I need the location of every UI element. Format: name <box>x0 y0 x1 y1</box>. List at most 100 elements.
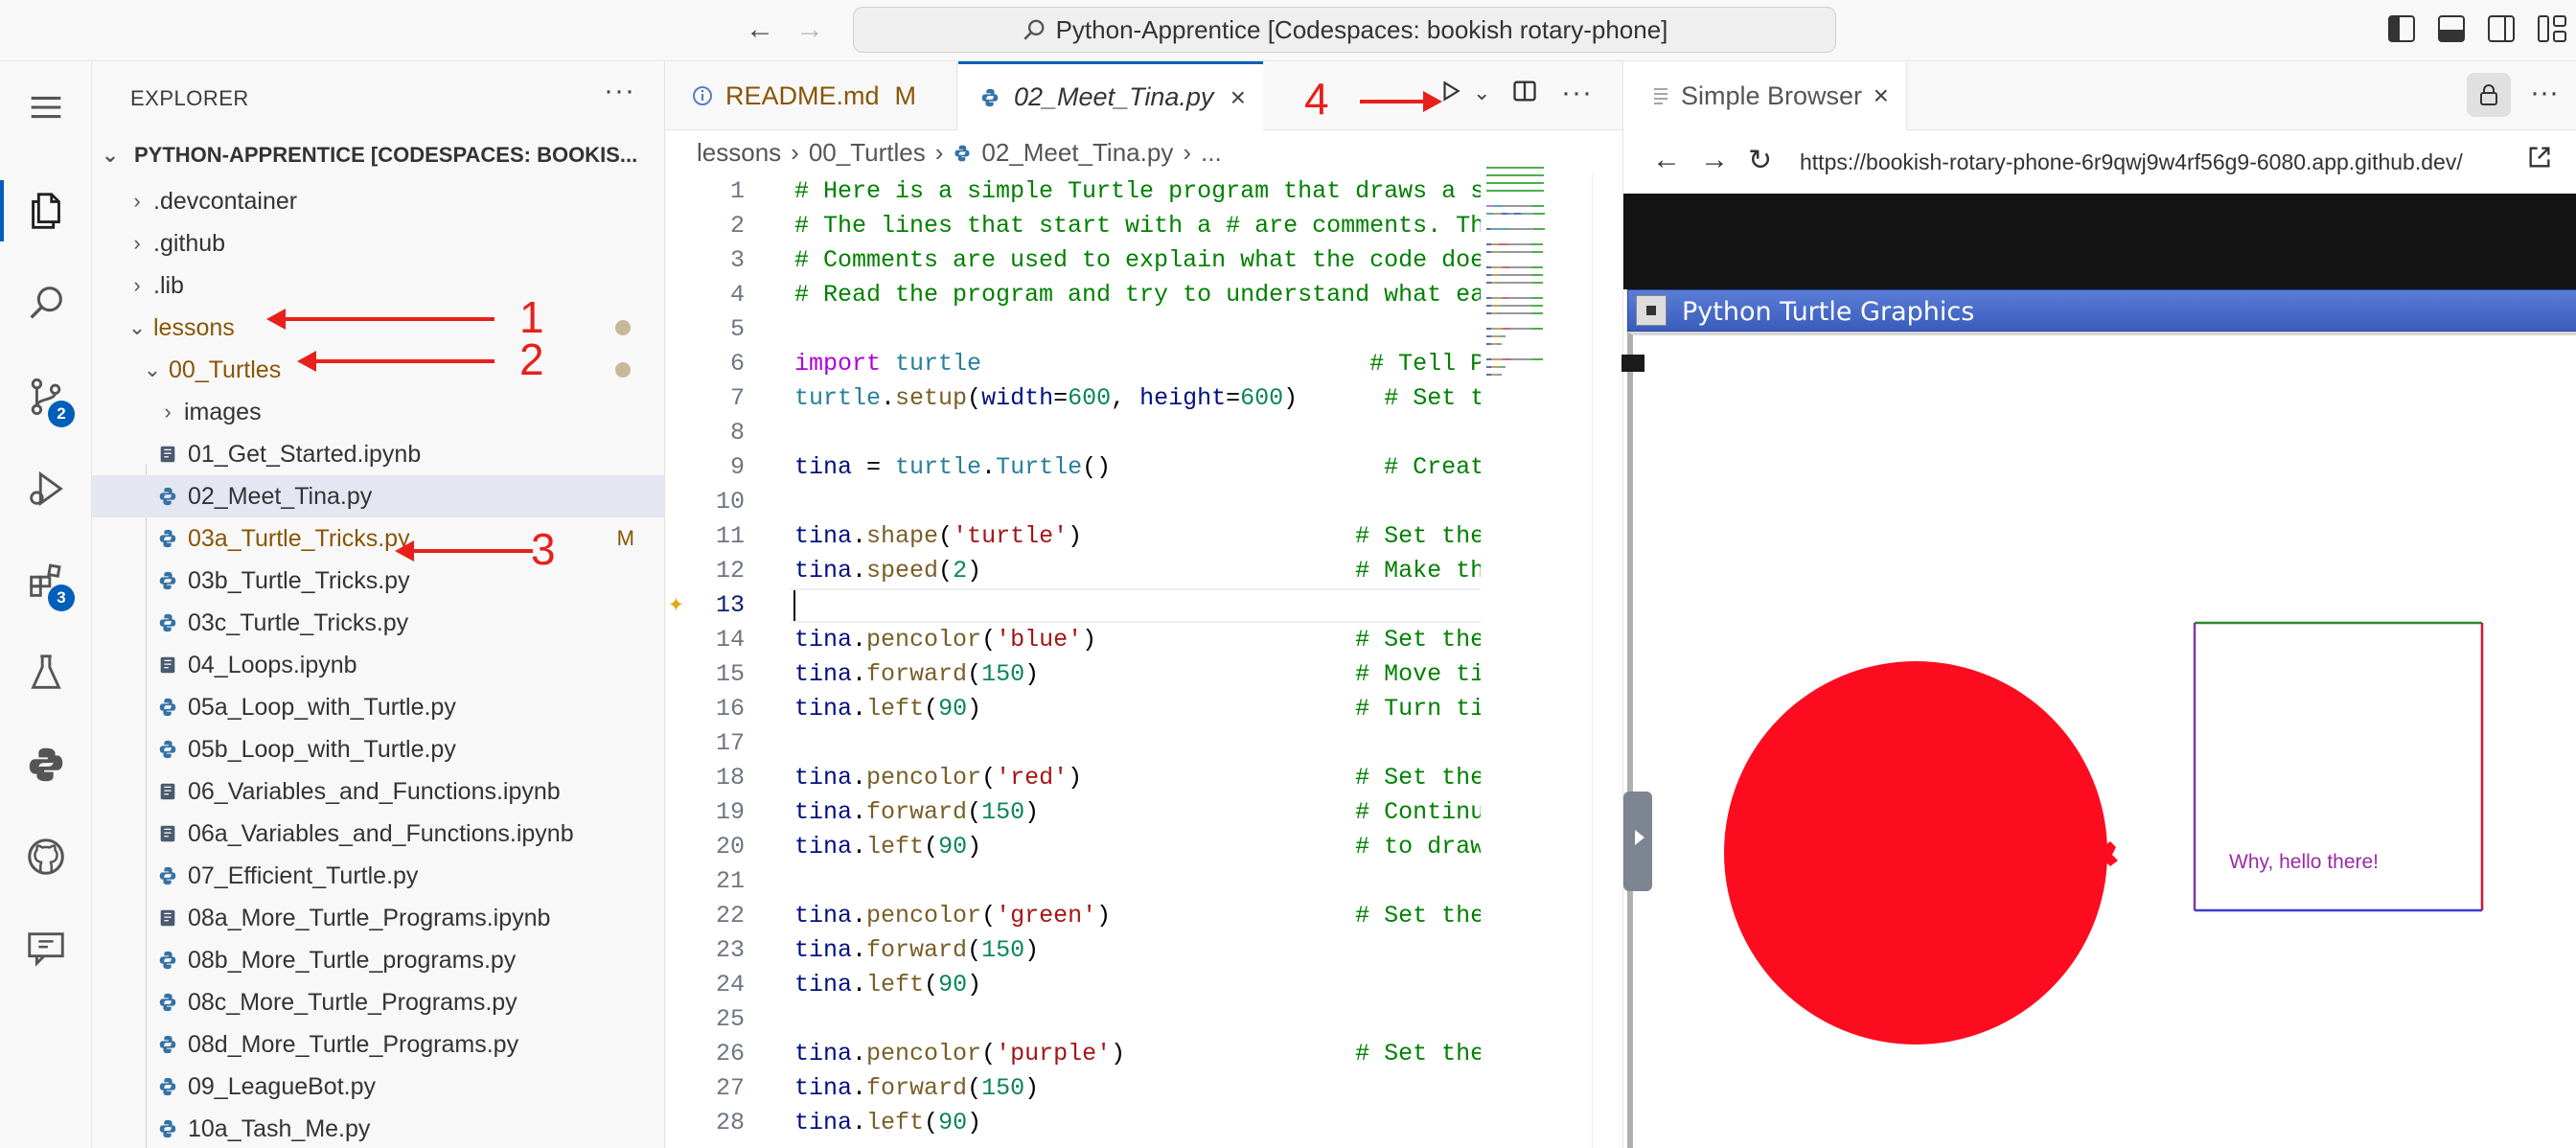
file-item[interactable]: 02_Meet_Tina.py <box>92 475 664 517</box>
code-line[interactable]: 12 tina.speed(2) # Make the <box>666 554 1481 588</box>
more-actions-icon[interactable]: ··· <box>1561 77 1593 109</box>
file-item[interactable]: 04_Loops.ipynb <box>92 644 664 686</box>
code-line[interactable]: 4 # Read the program and try to understan… <box>666 278 1481 312</box>
copilot-sparkle-icon[interactable]: ✦ <box>668 588 684 623</box>
code-line[interactable]: 21 <box>666 864 1481 899</box>
code-line[interactable]: 2 # The lines that start with a # are com… <box>666 209 1481 243</box>
file-item[interactable]: 05a_Loop_with_Turtle.py <box>92 686 664 728</box>
remote-explorer-icon[interactable] <box>0 910 92 987</box>
code-line[interactable]: 1 # Here is a simple Turtle program that … <box>666 174 1481 209</box>
close-icon[interactable]: × <box>1230 82 1246 113</box>
workspace-root[interactable]: ⌄ PYTHON-APPRENTICE [CODESPACES: BOOKIS.… <box>100 136 637 174</box>
file-item[interactable]: 05b_Loop_with_Turtle.py <box>92 728 664 770</box>
tab-readme[interactable]: README.md M <box>666 61 957 130</box>
toggle-secondary-sidebar-icon[interactable] <box>2488 15 2515 42</box>
code-line[interactable]: 27 tina.forward(150) <box>666 1071 1481 1106</box>
more-actions-icon[interactable]: ··· <box>2530 77 2559 109</box>
forward-arrow-icon[interactable]: → <box>1700 144 1729 176</box>
minimap-line <box>1500 282 1531 284</box>
code-line[interactable]: 16 tina.left(90) # Turn tin <box>666 692 1481 726</box>
file-item[interactable]: 09_LeagueBot.py <box>92 1066 664 1108</box>
folder-item[interactable]: › images <box>92 391 664 433</box>
file-item[interactable]: 07_Efficient_Turtle.py <box>92 855 664 897</box>
extensions-icon[interactable]: 3 <box>0 542 92 619</box>
breadcrumb-item[interactable]: 00_Turtles <box>809 138 926 168</box>
folder-item[interactable]: ⌄ lessons <box>92 307 664 349</box>
lock-icon[interactable] <box>2467 73 2511 117</box>
browser-viewport[interactable]: Python Turtle Graphics Why, hello there! <box>1623 194 2576 1148</box>
url-input[interactable]: https://bookish-rotary-phone-6r9qwj9w4rf… <box>1800 149 2509 175</box>
code-line[interactable]: 14 tina.pencolor('blue') # Set the <box>666 623 1481 657</box>
file-item[interactable]: 03a_Turtle_Tricks.py M <box>92 517 664 560</box>
code-line[interactable]: 22 tina.pencolor('green') # Set the <box>666 899 1481 933</box>
explorer-more-icon[interactable]: ··· <box>604 75 635 107</box>
reload-icon[interactable]: ↻ <box>1748 144 1772 177</box>
code-line[interactable]: 26 tina.pencolor('purple') # Set the <box>666 1037 1481 1071</box>
split-editor-icon[interactable] <box>1511 77 1538 113</box>
breadcrumb-item[interactable]: ... <box>1201 138 1222 168</box>
customize-layout-icon[interactable] <box>2538 15 2566 42</box>
toggle-primary-sidebar-icon[interactable] <box>2388 15 2415 42</box>
source-control-icon[interactable]: 2 <box>0 358 92 435</box>
menu-icon[interactable] <box>0 69 92 146</box>
turtle-canvas[interactable]: Why, hello there! <box>1627 332 2576 1148</box>
code-line[interactable]: 9 tina = turtle.Turtle() # Create a <box>666 450 1481 485</box>
code-line[interactable]: 8 <box>666 416 1481 450</box>
folder-item[interactable]: ⌄ 00_Turtles <box>92 349 664 391</box>
breadcrumb-item[interactable]: lessons <box>697 138 781 168</box>
file-item[interactable]: 01_Get_Started.ipynb <box>92 433 664 475</box>
run-python-file-icon[interactable] <box>1438 77 1463 113</box>
back-arrow-icon[interactable]: ← <box>1652 144 1681 176</box>
python-icon[interactable] <box>0 726 92 803</box>
code-line[interactable]: 18 tina.pencolor('red') # Set the <box>666 761 1481 795</box>
code-line[interactable]: 11 tina.shape('turtle') # Set the <box>666 519 1481 554</box>
forward-arrow-icon[interactable]: → <box>795 13 824 46</box>
code-line[interactable]: 28 tina.left(90) <box>666 1106 1481 1140</box>
breadcrumb-item[interactable]: 02_Meet_Tina.py <box>981 138 1173 168</box>
folder-item[interactable]: › .devcontainer <box>92 180 664 222</box>
code-line[interactable]: 24 tina.left(90) <box>666 968 1481 1002</box>
file-item[interactable]: 06_Variables_and_Functions.ipynb <box>92 770 664 813</box>
novnc-control-handle[interactable] <box>1623 792 1652 891</box>
file-item[interactable]: 10a_Tash_Me.py <box>92 1108 664 1148</box>
code-line[interactable]: 25 <box>666 1002 1481 1037</box>
code-line[interactable]: 10 <box>666 485 1481 519</box>
chevron-down-icon[interactable]: ⌄ <box>1473 80 1490 105</box>
code-editor[interactable]: 1 # Here is a simple Turtle program that … <box>666 172 1481 1148</box>
turtle-window-titlebar[interactable]: Python Turtle Graphics <box>1627 289 2576 332</box>
file-item[interactable]: 03c_Turtle_Tricks.py <box>92 602 664 644</box>
file-item[interactable]: 03b_Turtle_Tricks.py <box>92 560 664 602</box>
explorer-files-icon[interactable] <box>0 172 92 249</box>
file-item[interactable]: 08d_More_Turtle_Programs.py <box>92 1023 664 1066</box>
run-debug-icon[interactable] <box>0 450 92 527</box>
file-item[interactable]: 08a_More_Turtle_Programs.ipynb <box>92 897 664 939</box>
tab-meet-tina[interactable]: 02_Meet_Tina.py × <box>958 61 1263 130</box>
command-center[interactable]: Python-Apprentice [Codespaces: bookish r… <box>853 7 1836 53</box>
testing-flask-icon[interactable] <box>0 634 92 711</box>
file-item[interactable]: 08c_More_Turtle_Programs.py <box>92 981 664 1023</box>
toggle-panel-icon[interactable] <box>2438 15 2465 42</box>
code-line[interactable]: 19 tina.forward(150) # Continui <box>666 795 1481 830</box>
editor-scrollbar[interactable] <box>1592 172 1617 1148</box>
code-line[interactable]: 3 # Comments are used to explain what the… <box>666 243 1481 278</box>
code-line[interactable]: 23 tina.forward(150) <box>666 933 1481 968</box>
code-line[interactable]: 15 tina.forward(150) # Move tin <box>666 657 1481 692</box>
folder-item[interactable]: › .github <box>92 222 664 264</box>
window-menu-button[interactable] <box>1636 295 1667 326</box>
minimap[interactable] <box>1486 167 1550 406</box>
close-icon[interactable]: × <box>1874 80 1889 111</box>
open-external-icon[interactable] <box>2526 144 2553 178</box>
code-line[interactable]: 13 ✦ <box>666 588 1481 623</box>
file-item[interactable]: 06a_Variables_and_Functions.ipynb <box>92 813 664 855</box>
tab-simple-browser[interactable]: Simple Browser × <box>1623 61 1907 130</box>
search-icon[interactable] <box>0 264 92 341</box>
code-line[interactable]: 17 <box>666 726 1481 761</box>
github-icon[interactable] <box>0 818 92 895</box>
code-line[interactable]: 5 <box>666 312 1481 347</box>
code-line[interactable]: 20 tina.left(90) # to draw <box>666 830 1481 864</box>
code-line[interactable]: 7 turtle.setup(width=600, height=600) # S… <box>666 381 1481 416</box>
code-line[interactable]: 6 import turtle # Tell Pyt <box>666 347 1481 381</box>
back-arrow-icon[interactable]: ← <box>746 13 774 46</box>
folder-item[interactable]: › .lib <box>92 264 664 307</box>
file-item[interactable]: 08b_More_Turtle_programs.py <box>92 939 664 981</box>
